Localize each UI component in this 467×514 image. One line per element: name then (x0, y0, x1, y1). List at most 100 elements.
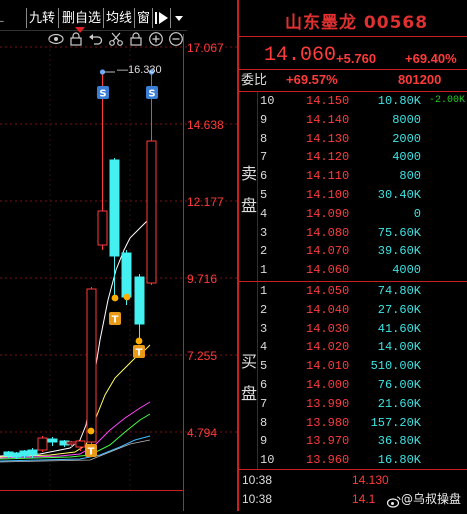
divider-line (239, 36, 467, 37)
order-volume: 10.80K (377, 94, 421, 108)
order-price: 14.130 (306, 131, 350, 146)
order-level: 3 (260, 225, 268, 240)
order-book-row[interactable]: 10 14.150 10.80K -2.00K (258, 92, 467, 110)
order-book-row[interactable]: 1 14.060 4000 (258, 261, 467, 279)
order-level: 7 (260, 150, 268, 165)
order-level: 1 (260, 284, 268, 298)
stock-title: 山东墨龙 00568 (285, 13, 429, 33)
signal-dot (111, 294, 119, 302)
order-book-row[interactable]: 3 14.080 75.60K (258, 224, 467, 242)
order-level: 2 (260, 302, 268, 317)
order-price: 14.150 (306, 94, 350, 108)
order-book-row[interactable]: 8 13.980 157.20K (258, 414, 467, 432)
signal-badge-label: S (99, 89, 106, 100)
signal-badge-label: T (136, 348, 143, 359)
tick-row: 10:38 14.130 (242, 471, 467, 489)
weibi-label: 委比 (241, 72, 268, 87)
order-level: 1 (260, 263, 268, 278)
last-price: 14.060 (264, 44, 337, 67)
order-volume: 75.60K (377, 225, 421, 240)
buy-side-label: 盘 (240, 384, 257, 403)
order-book-row[interactable]: 4 14.090 0 (258, 205, 467, 223)
buy-signal-badge[interactable]: T (133, 345, 145, 359)
order-level: 4 (260, 206, 268, 221)
order-price: 14.100 (306, 188, 350, 202)
candlestick[interactable] (47, 437, 58, 446)
order-volume: 157.20K (370, 415, 421, 430)
high-annotation: —16.330 (117, 64, 162, 76)
candlestick[interactable] (75, 440, 86, 451)
order-price: 13.980 (306, 415, 350, 430)
order-volume: 4000 (392, 263, 421, 278)
weibi-pct: +69.57% (286, 72, 338, 87)
order-level: 7 (260, 396, 268, 411)
sell-signal-badge[interactable]: S (97, 86, 109, 100)
candlestick[interactable] (109, 158, 120, 296)
order-book-row[interactable]: 3 14.030 41.60K (258, 320, 467, 338)
weibi-diff: 801200 (398, 72, 442, 87)
order-price: 13.990 (306, 396, 350, 411)
order-price: 14.110 (306, 169, 350, 184)
order-price: 14.010 (306, 359, 350, 374)
candlestick[interactable] (37, 436, 48, 452)
order-level: 5 (260, 359, 268, 374)
order-level: 5 (260, 188, 268, 202)
order-volume: 74.80K (377, 284, 421, 298)
y-tick-label: 14.638 (187, 118, 224, 132)
order-volume: 2000 (392, 131, 421, 146)
order-volume: 8000 (392, 112, 421, 127)
candlestick[interactable] (134, 274, 145, 340)
y-tick-label: 7.255 (187, 349, 218, 363)
order-book-row[interactable]: 9 14.140 8000 (258, 111, 467, 129)
order-volume: 76.00K (377, 378, 421, 392)
divider-line (239, 469, 467, 470)
tick-time: 10:38 (242, 492, 273, 506)
chart-panel[interactable]: ـ 九转 删自选 均线 窗 S S T T T 17.067 14.638 12… (0, 0, 237, 511)
order-book-row[interactable]: 1 14.050 74.80K (258, 282, 467, 300)
y-tick-label: 12.177 (187, 195, 224, 209)
order-book-row[interactable]: 9 13.970 36.80K (258, 432, 467, 450)
order-volume: 14.00K (377, 340, 421, 355)
sell-signal-badge[interactable]: S (146, 86, 158, 100)
price-change: +5.760 (336, 51, 377, 66)
order-level: 6 (260, 169, 268, 184)
order-volume: 16.80K (377, 453, 421, 468)
order-book-row[interactable]: 5 14.100 30.40K (258, 186, 467, 204)
order-book-row[interactable]: 6 14.000 76.00K (258, 376, 467, 394)
order-volume: 0 (413, 206, 421, 221)
order-book-row[interactable]: 5 14.010 510.00K (258, 357, 467, 375)
ma-line-yellow (0, 344, 151, 458)
order-book-row[interactable]: 2 14.070 39.60K (258, 242, 467, 260)
order-book-row[interactable]: 6 14.110 800 (258, 167, 467, 185)
order-book-row[interactable]: 4 14.020 14.00K (258, 338, 467, 356)
order-level: 3 (260, 321, 268, 336)
order-book-row[interactable]: 2 14.040 27.60K (258, 301, 467, 319)
order-price: 14.120 (306, 150, 350, 165)
tick-price: 14.130 (352, 473, 389, 487)
order-book-row[interactable]: 10 13.960 16.80K (258, 451, 467, 469)
y-tick-label: 9.716 (187, 272, 218, 286)
order-book-row[interactable]: 8 14.130 2000 (258, 130, 467, 148)
tick-time: 10:38 (242, 473, 273, 487)
order-volume: 39.60K (377, 244, 421, 259)
order-price: 13.960 (306, 453, 350, 468)
order-price: 14.140 (306, 112, 350, 127)
order-level: 9 (260, 112, 268, 127)
signal-dot (123, 293, 131, 301)
order-book-row[interactable]: 7 13.990 21.60K (258, 395, 467, 413)
order-level: 10 (260, 94, 275, 108)
order-volume: 510.00K (370, 359, 421, 374)
order-level: 4 (260, 340, 268, 355)
order-book-row[interactable]: 7 14.120 4000 (258, 148, 467, 166)
order-price: 14.070 (306, 244, 350, 259)
candlestick[interactable] (86, 287, 97, 444)
buy-side-label: 买 (240, 352, 257, 371)
candlestick[interactable] (146, 72, 157, 285)
buy-signal-badge[interactable]: T (85, 444, 97, 458)
order-volume: 36.80K (377, 434, 421, 449)
buy-signal-badge[interactable]: T (109, 312, 121, 326)
stock-app-window: ـ 九转 删自选 均线 窗 S S T T T 17.067 14.638 12… (0, 0, 467, 511)
signal-badge-label: S (148, 89, 155, 100)
candlestick[interactable] (66, 441, 77, 447)
sell-side-label: 卖 (240, 164, 257, 183)
